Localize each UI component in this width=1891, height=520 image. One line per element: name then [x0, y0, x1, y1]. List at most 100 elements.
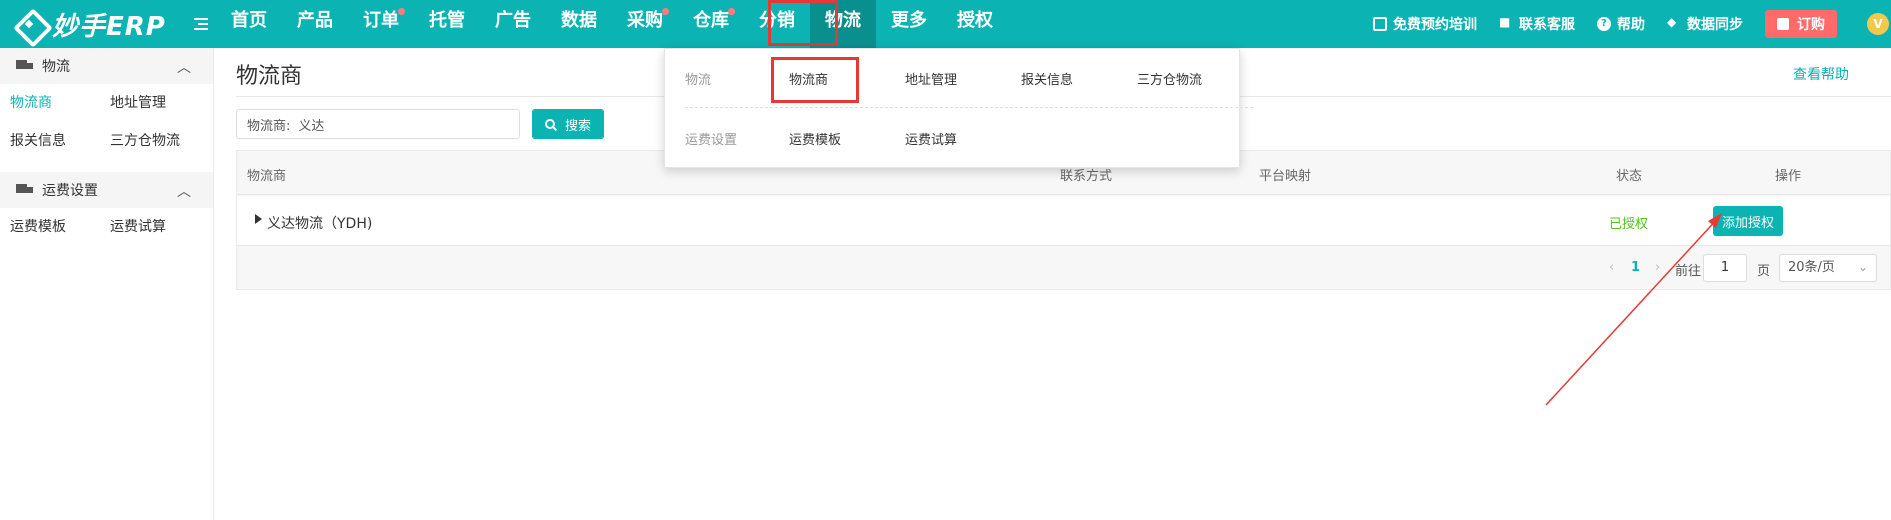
pagination: ‹ 1 › 前往 1 页 20条/页 ⌄ [237, 247, 1890, 289]
sidebar-item-carrier[interactable]: 物流商 [0, 90, 100, 128]
view-help-link[interactable]: 查看帮助 [1793, 64, 1849, 84]
nav-label: 订单 [363, 10, 399, 31]
help-link-header[interactable]: ? 帮助 [1597, 14, 1645, 34]
order-button[interactable]: 订购 [1765, 10, 1837, 38]
sidebar-links-logistics: 物流商 地址管理 报关信息 三方仓物流 [0, 84, 213, 172]
notification-dot [398, 8, 405, 15]
sync-icon [1667, 15, 1681, 31]
chat-icon [1499, 15, 1513, 31]
sidebar-item-3pl[interactable]: 三方仓物流 [100, 128, 200, 166]
next-page-button[interactable]: › [1655, 260, 1660, 275]
sidebar: 物流 ︿ 物流商 地址管理 报关信息 三方仓物流 运费设置 ︿ 运费模板 运费试… [0, 48, 214, 520]
nav-label: 更多 [891, 10, 927, 31]
nav-label: 采购 [627, 10, 663, 31]
nav-label: 仓库 [693, 10, 729, 31]
dropdown-carrier-highlight-box [771, 57, 859, 103]
carrier-search-input[interactable]: 物流商: 义达 [236, 109, 520, 139]
search-field-value: 义达 [298, 118, 325, 134]
monitor-icon [1373, 17, 1387, 31]
column-header-carrier: 物流商 [247, 169, 287, 184]
search-button-label: 搜索 [564, 118, 591, 134]
add-authorization-button[interactable]: 添加授权 [1713, 206, 1783, 236]
nav-label: 托管 [429, 10, 465, 31]
sidebar-group-freight[interactable]: 运费设置 ︿ [0, 172, 213, 208]
nav-hosting[interactable]: 托管 [414, 0, 480, 48]
nav-ads[interactable]: 广告 [480, 0, 546, 48]
dropdown-item-3pl[interactable]: 三方仓物流 [1137, 69, 1202, 88]
support-label: 联系客服 [1519, 17, 1575, 33]
data-sync-link[interactable]: 数据同步 [1667, 14, 1743, 34]
chevron-up-icon: ︿ [177, 60, 191, 76]
page-size-value: 20条/页 [1788, 260, 1835, 275]
sidebar-links-freight: 运费模板 运费试算 [0, 208, 213, 258]
prev-page-button[interactable]: ‹ [1609, 260, 1614, 275]
page-suffix-label: 页 [1757, 264, 1771, 279]
chevron-up-icon: ︿ [177, 184, 191, 200]
sidebar-item-address[interactable]: 地址管理 [100, 90, 200, 128]
dropdown-row-logistics: 物流 物流商 地址管理 报关信息 三方仓物流 [665, 49, 1239, 88]
nav-label: 数据 [561, 10, 597, 31]
nav-more[interactable]: 更多 [876, 0, 942, 48]
column-header-actions: 操作 [1775, 169, 1802, 184]
nav-data[interactable]: 数据 [546, 0, 612, 48]
nav-label: 授权 [957, 10, 993, 31]
nav-label: 产品 [297, 10, 333, 31]
table-row[interactable]: 义达物流（YDH) 已授权 添加授权 [237, 196, 1890, 246]
sync-label: 数据同步 [1687, 17, 1743, 33]
user-avatar[interactable]: V [1867, 13, 1889, 35]
truck-icon [16, 60, 34, 72]
nav-purchase[interactable]: 采购 [612, 0, 678, 48]
dropdown-divider [685, 107, 1253, 108]
brand-logo[interactable]: 妙手ERP [14, 6, 166, 42]
page-size-select[interactable]: 20条/页 ⌄ [1779, 254, 1877, 282]
column-header-status: 状态 [1616, 169, 1643, 184]
sidebar-item-freight-template[interactable]: 运费模板 [0, 214, 100, 252]
shopping-bag-icon [1777, 18, 1789, 30]
nav-products[interactable]: 产品 [282, 0, 348, 48]
top-navigation-bar: 妙手ERP 首页 产品 订单 托管 广告 数据 采购 仓库 分销 物流 更多 授… [0, 0, 1891, 48]
current-page[interactable]: 1 [1631, 260, 1640, 275]
nav-orders[interactable]: 订单 [348, 0, 414, 48]
logistics-dropdown-menu: 物流 物流商 地址管理 报关信息 三方仓物流 运费设置 运费模板 运费试算 [664, 48, 1253, 168]
dropdown-item-freight-calc[interactable]: 运费试算 [905, 129, 957, 148]
nav-label: 广告 [495, 10, 531, 31]
dropdown-category-label: 物流 [685, 73, 712, 88]
header-tools: 免费预约培训 联系客服 ? 帮助 数据同步 订购 V [1373, 0, 1891, 48]
dropdown-row-freight: 运费设置 运费模板 运费试算 [665, 109, 1239, 148]
page-title: 物流商 [236, 64, 303, 89]
search-icon [544, 119, 555, 129]
menu-collapse-icon[interactable] [190, 13, 212, 35]
dropdown-category-label: 运费设置 [685, 133, 738, 148]
truck-icon [16, 184, 34, 196]
carrier-name: 义达物流（YDH) [267, 216, 373, 232]
goto-label: 前往 [1675, 264, 1702, 279]
help-label: 帮助 [1617, 17, 1645, 33]
goto-page-input[interactable]: 1 [1703, 254, 1747, 282]
dropdown-item-customs[interactable]: 报关信息 [1021, 69, 1073, 88]
sidebar-group-label: 物流 [42, 59, 70, 75]
brand-name: 妙手ERP [52, 11, 166, 42]
notification-dot [728, 8, 735, 15]
search-field-label: 物流商: [247, 118, 291, 134]
sidebar-item-freight-calc[interactable]: 运费试算 [100, 214, 200, 252]
nav-warehouse[interactable]: 仓库 [678, 0, 744, 48]
logo-mark-icon [14, 9, 44, 39]
order-label: 订购 [1797, 17, 1825, 33]
sidebar-group-logistics[interactable]: 物流 ︿ [0, 48, 213, 84]
column-header-mapping: 平台映射 [1259, 169, 1312, 184]
chevron-down-icon: ⌄ [1857, 260, 1868, 274]
expand-row-icon[interactable] [255, 214, 262, 224]
main-nav: 首页 产品 订单 托管 广告 数据 采购 仓库 分销 物流 更多 授权 [216, 0, 1008, 48]
dropdown-item-freight-template[interactable]: 运费模板 [789, 129, 841, 148]
sidebar-item-customs[interactable]: 报关信息 [0, 128, 100, 166]
training-link[interactable]: 免费预约培训 [1373, 14, 1477, 34]
notification-dot [662, 8, 669, 15]
status-badge: 已授权 [1609, 217, 1649, 232]
search-button[interactable]: 搜索 [532, 109, 604, 139]
nav-home[interactable]: 首页 [216, 0, 282, 48]
support-link[interactable]: 联系客服 [1499, 14, 1575, 34]
nav-authorize[interactable]: 授权 [942, 0, 1008, 48]
dropdown-item-address[interactable]: 地址管理 [905, 69, 957, 88]
question-icon: ? [1597, 17, 1611, 31]
nav-label: 首页 [231, 10, 267, 31]
